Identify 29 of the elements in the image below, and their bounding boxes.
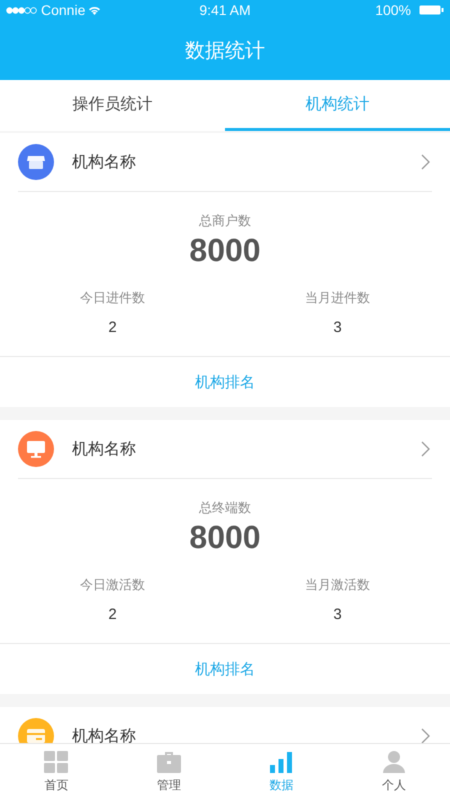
person-icon	[380, 750, 407, 774]
battery-percent: 100%	[375, 2, 411, 18]
stat-label: 当月进件数	[305, 290, 370, 307]
stat-label: 总终端数	[199, 500, 251, 517]
signal-icon	[6, 6, 38, 14]
organization-name: 机构名称	[72, 726, 137, 743]
bar-chart-icon	[268, 750, 294, 774]
stat-label: 今日进件数	[80, 290, 145, 307]
stat-label: 当月激活数	[305, 577, 370, 594]
stat-value: 8000	[189, 519, 261, 556]
carrier-name: Connie	[41, 2, 86, 18]
organization-name: 机构名称	[72, 438, 137, 460]
chevron-right-icon[interactable]	[421, 441, 430, 457]
stat-value: 3	[333, 319, 342, 336]
briefcase-icon	[156, 750, 182, 774]
grid-icon	[43, 750, 70, 774]
organization-name: 机构名称	[72, 152, 137, 172]
clock-time: 9:41 AM	[199, 2, 251, 18]
stat-value: 2	[108, 606, 117, 623]
stat-label: 今日激活数	[80, 577, 145, 594]
page-title: 数据统计	[184, 36, 266, 64]
battery-icon	[419, 5, 444, 15]
stat-value: 8000	[189, 232, 261, 269]
stat-label: 总商户数	[199, 213, 251, 230]
stat-value: 2	[108, 319, 117, 336]
wifi-icon	[88, 5, 102, 15]
chevron-right-icon[interactable]	[421, 154, 430, 170]
chevron-right-icon[interactable]	[421, 728, 430, 743]
stat-value: 3	[333, 606, 342, 623]
